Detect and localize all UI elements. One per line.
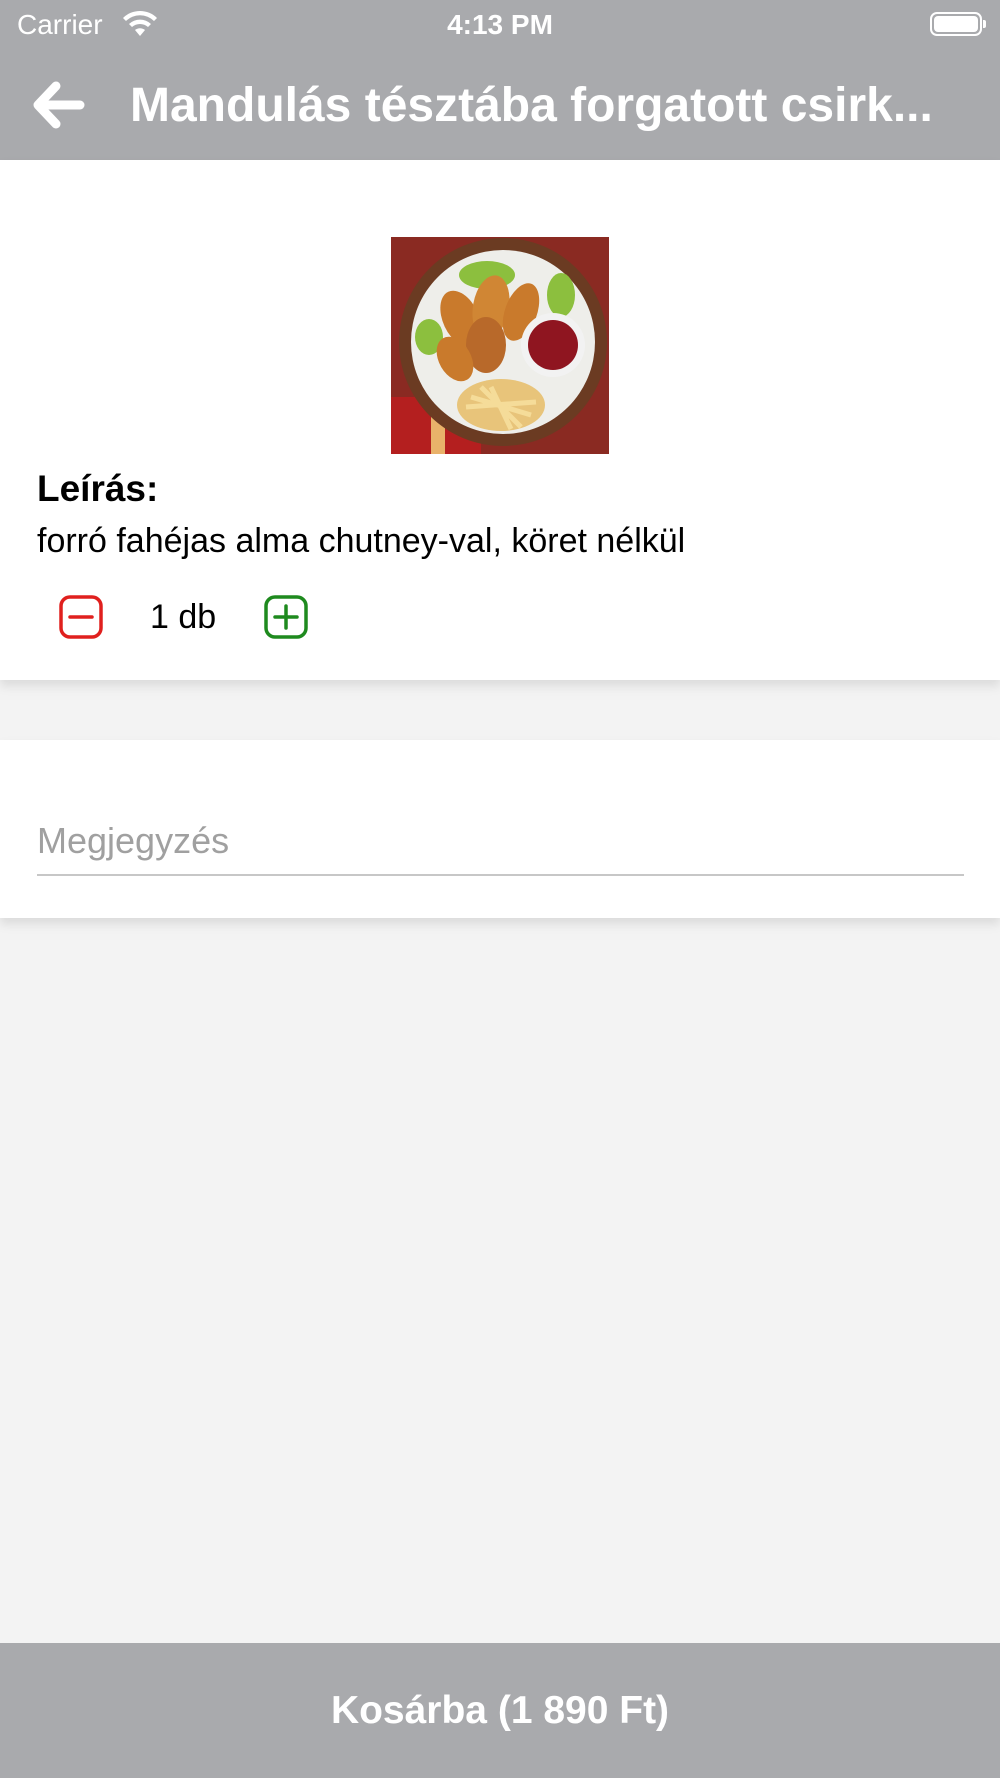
description-text: forró fahéjas alma chutney-val, köret né… (37, 522, 686, 560)
quantity-value: 1 db (150, 598, 217, 636)
fried-chicken-plate-image (391, 237, 609, 454)
description-label: Leírás: (37, 468, 159, 509)
arrow-left-icon (33, 81, 85, 129)
add-to-cart-button[interactable]: Kosárba (1 890 Ft) (0, 1643, 1000, 1778)
note-card (0, 740, 1000, 918)
note-input[interactable] (37, 808, 964, 876)
increase-quantity-button[interactable] (263, 594, 309, 640)
status-bar: Carrier 4:13 PM (0, 0, 1000, 50)
page-title: Mandulás tésztába forgatott csirk... (130, 79, 933, 132)
clock: 4:13 PM (447, 9, 553, 40)
decrease-quantity-button[interactable] (58, 594, 104, 640)
minus-square-icon (59, 595, 103, 639)
product-card: Leírás: forró fahéjas alma chutney-val, … (0, 160, 1000, 680)
navigation-bar: Carrier 4:13 PM Mandulás tésztába forgat… (0, 0, 1000, 160)
battery-icon (930, 12, 986, 36)
back-button[interactable] (30, 80, 88, 130)
plus-square-icon (264, 595, 308, 639)
